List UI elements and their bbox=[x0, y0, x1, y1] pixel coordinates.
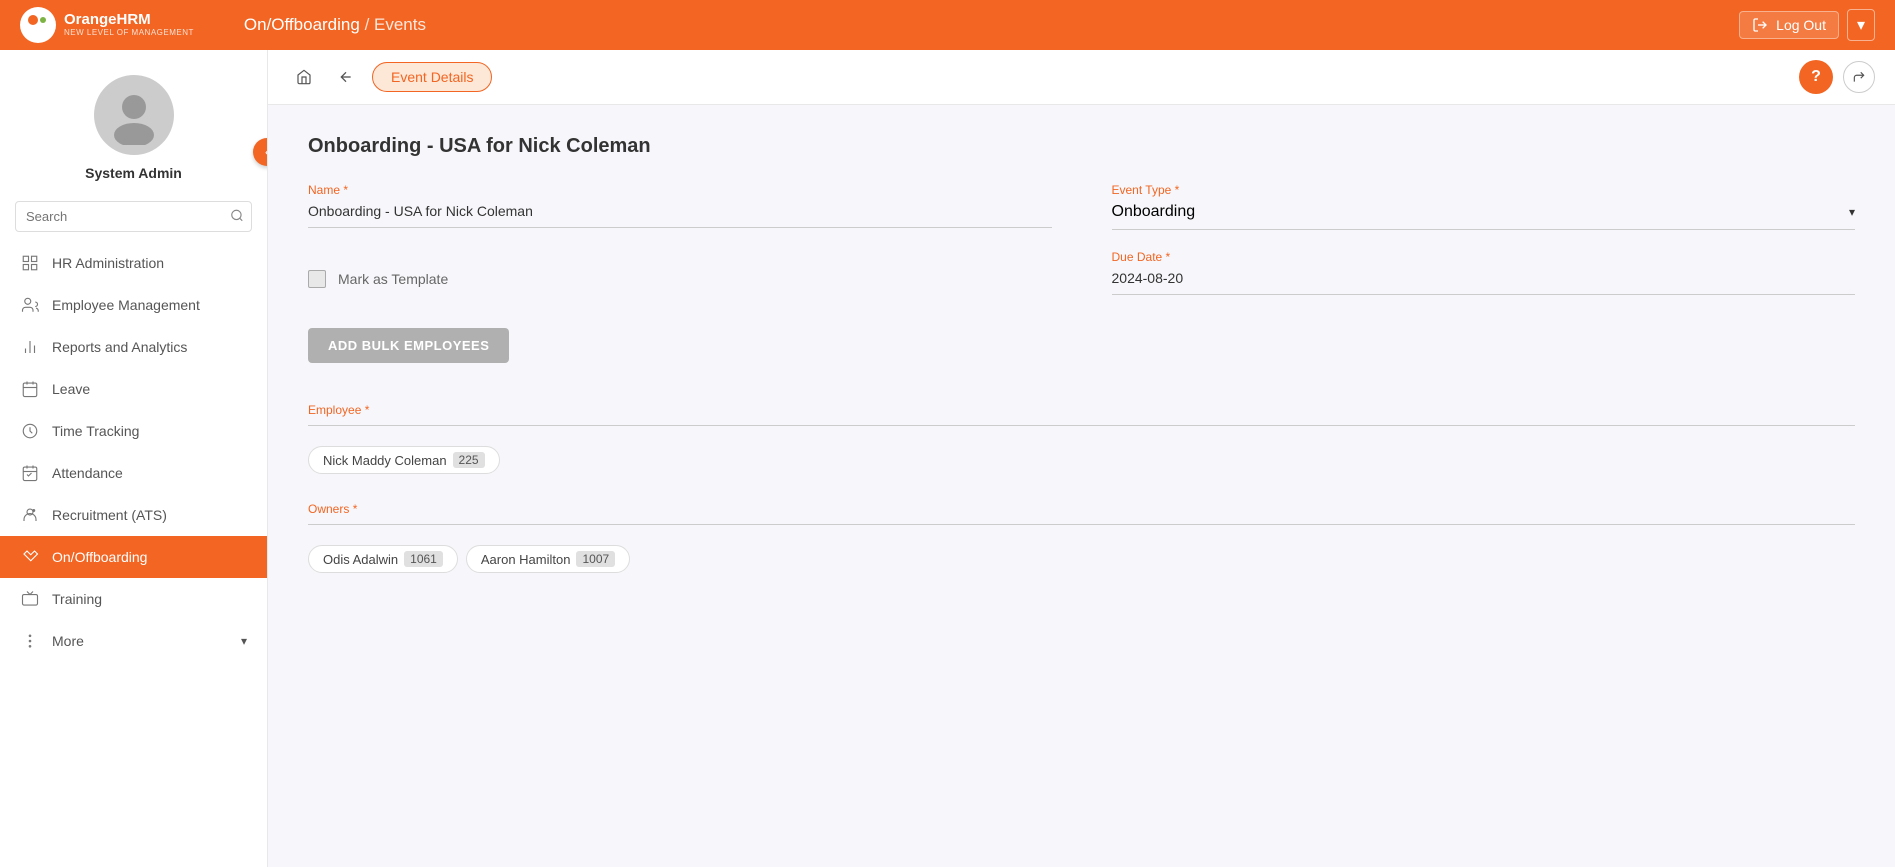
home-icon bbox=[296, 69, 312, 85]
sidebar-item-label: Leave bbox=[52, 381, 90, 397]
logo-icon bbox=[20, 7, 56, 43]
sidebar-item-more[interactable]: More ▾ bbox=[0, 620, 267, 662]
owner-name: Aaron Hamilton bbox=[481, 552, 571, 567]
sidebar-item-leave[interactable]: Leave bbox=[0, 368, 267, 410]
recruitment-icon bbox=[20, 505, 40, 525]
content-area: Event Details ? Onboarding - USA for Nic… bbox=[268, 50, 1895, 867]
attendance-icon bbox=[20, 463, 40, 483]
back-button[interactable] bbox=[330, 61, 362, 93]
add-bulk-button[interactable]: ADD BULK EMPLOYEES bbox=[308, 328, 509, 363]
employee-tag-list: Nick Maddy Coleman 225 bbox=[308, 438, 1855, 482]
search-box bbox=[15, 201, 252, 232]
back-icon bbox=[338, 69, 354, 85]
search-icon bbox=[230, 208, 244, 222]
owner-name: Odis Adalwin bbox=[323, 552, 398, 567]
form-middle-grid: Mark as Template Due Date * 2024-08-20 bbox=[308, 250, 1855, 308]
sub-header-right: ? bbox=[1799, 60, 1875, 94]
event-details-tab[interactable]: Event Details bbox=[372, 62, 492, 92]
owner-id: 1007 bbox=[576, 551, 615, 567]
sidebar-item-employee-mgmt[interactable]: Employee Management bbox=[0, 284, 267, 326]
due-date-label: Due Date * bbox=[1112, 250, 1856, 264]
home-button[interactable] bbox=[288, 61, 320, 93]
sidebar-item-recruitment[interactable]: Recruitment (ATS) bbox=[0, 494, 267, 536]
form-title: Onboarding - USA for Nick Coleman bbox=[308, 135, 1855, 158]
sidebar-item-label: Recruitment (ATS) bbox=[52, 507, 167, 523]
chevron-down-icon: ▾ bbox=[1849, 205, 1855, 219]
employee-label: Employee * bbox=[308, 403, 1855, 417]
sidebar-nav: HR Administration Employee Management Re… bbox=[0, 242, 267, 662]
search-input[interactable] bbox=[15, 201, 252, 232]
name-label: Name * bbox=[308, 183, 1052, 197]
top-header: OrangeHRM NEW LEVEL OF MANAGEMENT On/Off… bbox=[0, 0, 1895, 50]
sidebar-item-label: Training bbox=[52, 591, 102, 607]
owners-label: Owners * bbox=[308, 502, 1855, 516]
sidebar-item-label: Employee Management bbox=[52, 297, 200, 313]
mark-template-label: Mark as Template bbox=[338, 271, 448, 287]
due-date-value[interactable]: 2024-08-20 bbox=[1112, 270, 1856, 295]
avatar-icon bbox=[104, 85, 164, 145]
sidebar-item-attendance[interactable]: Attendance bbox=[0, 452, 267, 494]
sidebar-item-training[interactable]: Training bbox=[0, 578, 267, 620]
mark-template-row: Mark as Template bbox=[308, 270, 1052, 288]
sidebar-item-label: More bbox=[52, 633, 84, 649]
grid-icon bbox=[20, 253, 40, 273]
logout-button[interactable]: Log Out bbox=[1739, 11, 1839, 39]
sidebar-item-label: Time Tracking bbox=[52, 423, 139, 439]
event-type-field: Event Type * Onboarding ▾ bbox=[1112, 183, 1856, 230]
event-type-label: Event Type * bbox=[1112, 183, 1856, 197]
logo: OrangeHRM NEW LEVEL OF MANAGEMENT bbox=[20, 7, 194, 43]
sub-header-left: Event Details bbox=[288, 61, 492, 93]
search-button[interactable] bbox=[230, 208, 244, 225]
sub-header: Event Details ? bbox=[268, 50, 1895, 105]
sidebar-item-reports[interactable]: Reports and Analytics bbox=[0, 326, 267, 368]
people-icon bbox=[20, 295, 40, 315]
employee-name: Nick Maddy Coleman bbox=[323, 453, 447, 468]
chevron-down-icon: ▾ bbox=[241, 634, 247, 648]
event-type-value: Onboarding bbox=[1112, 203, 1196, 221]
form-top-grid: Name * Onboarding - USA for Nick Coleman… bbox=[308, 183, 1855, 230]
sidebar: ‹ System Admin H bbox=[0, 50, 268, 867]
dropdown-button[interactable]: ▾ bbox=[1847, 9, 1875, 41]
avatar bbox=[94, 75, 174, 155]
due-date-field: Due Date * 2024-08-20 bbox=[1112, 250, 1856, 308]
sidebar-item-label: Attendance bbox=[52, 465, 123, 481]
sidebar-profile: System Admin bbox=[0, 50, 267, 196]
main-content: Onboarding - USA for Nick Coleman Name *… bbox=[268, 105, 1895, 867]
handshake-icon bbox=[20, 547, 40, 567]
mark-template-field: Mark as Template bbox=[308, 250, 1052, 308]
owner-tag-0[interactable]: Odis Adalwin 1061 bbox=[308, 545, 458, 573]
help-button[interactable]: ? bbox=[1799, 60, 1833, 94]
share-button[interactable] bbox=[1843, 61, 1875, 93]
employee-tag[interactable]: Nick Maddy Coleman 225 bbox=[308, 446, 500, 474]
sidebar-item-label: On/Offboarding bbox=[52, 549, 147, 565]
sidebar-item-onoffboarding[interactable]: On/Offboarding bbox=[0, 536, 267, 578]
sidebar-item-hr-admin[interactable]: HR Administration bbox=[0, 242, 267, 284]
employee-section: Employee * Nick Maddy Coleman 225 bbox=[308, 403, 1855, 482]
name-value[interactable]: Onboarding - USA for Nick Coleman bbox=[308, 203, 1052, 228]
mark-template-checkbox[interactable] bbox=[308, 270, 326, 288]
owner-tag-1[interactable]: Aaron Hamilton 1007 bbox=[466, 545, 630, 573]
clock-icon bbox=[20, 421, 40, 441]
logout-icon bbox=[1752, 17, 1768, 33]
profile-name: System Admin bbox=[85, 165, 182, 181]
owners-section: Owners * Odis Adalwin 1061 Aaron Hamilto… bbox=[308, 502, 1855, 581]
name-field: Name * Onboarding - USA for Nick Coleman bbox=[308, 183, 1052, 230]
chart-icon bbox=[20, 337, 40, 357]
owners-tag-list: Odis Adalwin 1061 Aaron Hamilton 1007 bbox=[308, 537, 1855, 581]
sidebar-item-label: Reports and Analytics bbox=[52, 339, 187, 355]
share-icon bbox=[1852, 70, 1866, 84]
training-icon bbox=[20, 589, 40, 609]
owner-id: 1061 bbox=[404, 551, 443, 567]
sidebar-item-label: HR Administration bbox=[52, 255, 164, 271]
add-bulk-section: ADD BULK EMPLOYEES bbox=[308, 328, 1855, 383]
breadcrumb: On/Offboarding / Events bbox=[244, 15, 426, 35]
employee-id: 225 bbox=[453, 452, 485, 468]
sidebar-item-time-tracking[interactable]: Time Tracking bbox=[0, 410, 267, 452]
calendar-icon bbox=[20, 379, 40, 399]
more-icon bbox=[20, 631, 40, 651]
event-type-select[interactable]: Onboarding ▾ bbox=[1112, 203, 1856, 230]
